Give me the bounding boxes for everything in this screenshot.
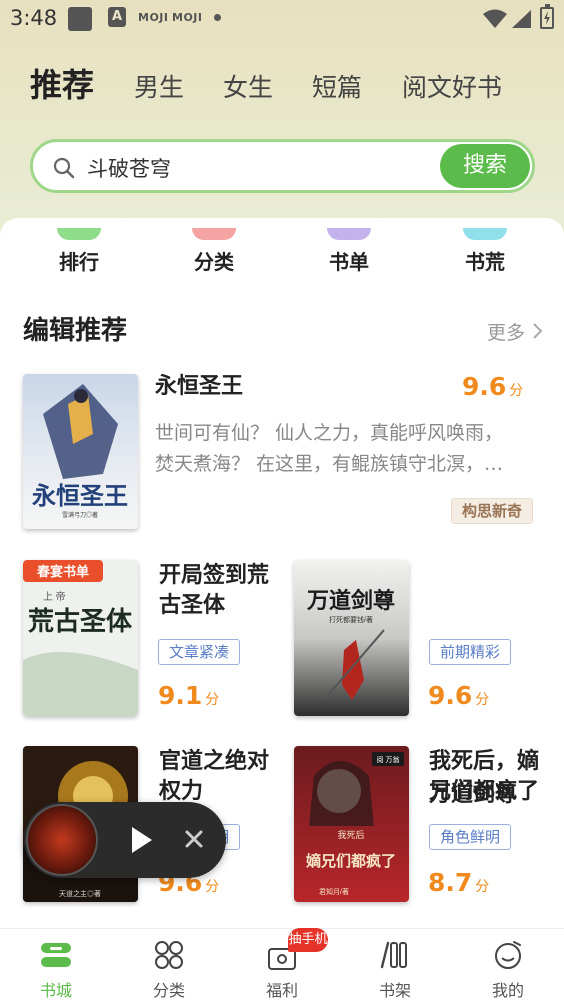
- cover-author: 上 帝: [43, 590, 66, 603]
- more-notifications-dot-icon: [214, 14, 221, 21]
- search-input[interactable]: 斗破苍穹: [87, 153, 171, 183]
- description-line: 世间可有仙？ 仙人之力，真能呼风唤雨，: [155, 422, 504, 444]
- featured-tag[interactable]: 构思新奇: [451, 498, 534, 524]
- quick-link-ranking[interactable]: 排行: [34, 218, 124, 288]
- score-value: 8.7: [428, 868, 473, 897]
- moji-weather-icon: MOJI: [172, 11, 203, 24]
- more-link[interactable]: 更多: [487, 318, 525, 345]
- channel-tabs: 推荐 男生 女生 短篇 阅文好书: [0, 58, 564, 108]
- player-cover-thumbnail[interactable]: [26, 804, 98, 876]
- book-tag[interactable]: 角色鲜明: [429, 824, 512, 850]
- bookstore-icon: [41, 943, 71, 967]
- description-line: 焚天煮海？ 在这里，有鲲族镇守北溟，…: [155, 453, 504, 475]
- nav-bookstore[interactable]: 书城: [0, 929, 112, 1004]
- bottom-navigation: 书城 分类 福利 书架 我的: [0, 928, 564, 1004]
- book-score: 9.6 分: [428, 681, 489, 710]
- score-unit: 分: [475, 879, 490, 895]
- book-cover-art: 春宴书单 上 帝 荒古圣体: [23, 560, 138, 716]
- cover-author: 君知月/著: [319, 887, 349, 896]
- book-cover-art: 万道剑尊 打死都要钱/著: [294, 560, 409, 716]
- featured-book-cover[interactable]: 永恒圣王 雪满弓刀◎著: [23, 374, 138, 529]
- chevron-right-icon[interactable]: [532, 322, 544, 340]
- nav-label: 福利: [265, 981, 298, 1000]
- tab-yuewen-books[interactable]: 阅文好书: [402, 68, 502, 104]
- cover-title: 永恒圣王: [32, 483, 128, 510]
- grid-four-circles-icon: [155, 941, 183, 969]
- score-unit: 分: [205, 692, 220, 708]
- cover-badge: 阅 万翁: [377, 755, 400, 764]
- tab-male[interactable]: 男生: [134, 68, 184, 104]
- quick-links: 排行 分类 书单 书荒: [0, 218, 564, 288]
- play-icon[interactable]: [130, 826, 154, 854]
- score-value: 9.6: [462, 372, 507, 401]
- nav-bookshelf[interactable]: 书架: [339, 929, 451, 1004]
- wifi-icon: [483, 9, 507, 28]
- nav-label: 分类: [152, 981, 185, 1000]
- status-time: 3:48: [10, 6, 58, 30]
- quick-link-booklist[interactable]: 书单: [304, 218, 394, 288]
- booklist-icon: [327, 228, 371, 240]
- audio-mini-player[interactable]: [24, 802, 226, 878]
- category-icon: [192, 228, 236, 240]
- status-bar: 3:48 A MOJI MOJI: [0, 0, 564, 38]
- score-value: 9.1: [158, 681, 203, 710]
- book-cover-art: 阅 万翁 我死后 嫡兄们都疯了 君知月/著: [294, 746, 409, 902]
- quick-link-label: 书单: [329, 250, 369, 274]
- bookshelf-icon: [380, 941, 407, 969]
- cover-ribbon: 春宴书单: [36, 564, 89, 579]
- score-unit: 分: [205, 879, 220, 895]
- nav-label: 我的: [491, 981, 524, 1000]
- book-title[interactable]: 开局签到荒古圣体: [159, 561, 279, 621]
- book-tag[interactable]: 文章紧凑: [158, 639, 241, 665]
- search-bar[interactable]: 斗破苍穹 搜索: [30, 139, 535, 193]
- book-score: 8.7 分: [428, 868, 489, 897]
- featured-score: 9.6 分: [462, 372, 523, 401]
- score-unit: 分: [509, 383, 524, 399]
- book-cover[interactable]: 阅 万翁 我死后 嫡兄们都疯了 君知月/著: [294, 746, 409, 902]
- cover-title: 万道剑尊: [306, 588, 395, 613]
- cover-ribbon: 我死后: [337, 830, 364, 840]
- cover-author: 雪满弓刀◎著: [62, 511, 98, 519]
- book-cover-art: 永恒圣王 雪满弓刀◎著: [23, 374, 138, 529]
- tab-female[interactable]: 女生: [223, 68, 273, 104]
- welfare-badge: 抽手机: [288, 928, 328, 952]
- signal-icon: [512, 10, 531, 28]
- book-tag[interactable]: 前期精彩: [429, 639, 512, 665]
- book-title[interactable]: 我死后，嫡兄们都疯了: [429, 747, 549, 807]
- book-cover[interactable]: 春宴书单 上 帝 荒古圣体: [23, 560, 138, 716]
- close-icon[interactable]: [184, 829, 204, 849]
- section-title: 编辑推荐: [23, 316, 128, 346]
- cover-author: 天道之主◎著: [59, 889, 101, 898]
- search-icon: [53, 157, 75, 179]
- search-button[interactable]: 搜索: [440, 144, 530, 188]
- cover-title: 嫡兄们都疯了: [306, 852, 396, 870]
- tab-short[interactable]: 短篇: [312, 68, 362, 104]
- nav-profile[interactable]: 我的: [452, 929, 564, 1004]
- ranking-icon: [57, 228, 101, 240]
- nav-label: 书架: [378, 981, 411, 1000]
- book-cover[interactable]: 万道剑尊 打死都要钱/著: [294, 560, 409, 716]
- tab-recommend[interactable]: 推荐: [30, 60, 94, 106]
- book-score: 9.1 分: [158, 681, 219, 710]
- featured-book-description: 世间可有仙？ 仙人之力，真能呼风唤雨， 焚天煮海？ 在这里，有鲲族镇守北溟，…: [155, 418, 503, 480]
- book-shortage-icon: [463, 228, 507, 240]
- book-title[interactable]: 官道之绝对权力: [159, 747, 279, 807]
- nav-label: 书城: [39, 981, 72, 1000]
- cover-title: 荒古圣体: [28, 607, 133, 636]
- quick-link-label: 书荒: [465, 250, 505, 274]
- smile-profile-icon: [495, 941, 521, 969]
- quick-link-label: 排行: [59, 250, 99, 274]
- score-unit: 分: [475, 692, 490, 708]
- cover-author: 打死都要钱/著: [329, 615, 373, 624]
- notification-a-icon: A: [108, 7, 126, 27]
- quick-link-category[interactable]: 分类: [169, 218, 259, 288]
- score-value: 9.6: [428, 681, 473, 710]
- quick-link-label: 分类: [194, 250, 234, 274]
- battery-icon: [540, 4, 554, 29]
- nav-category[interactable]: 分类: [113, 929, 225, 1004]
- quick-link-book-shortage[interactable]: 书荒: [440, 218, 530, 288]
- moji-weather-icon: MOJI: [138, 11, 169, 24]
- featured-book-title[interactable]: 永恒圣王: [155, 372, 243, 402]
- notification-square-icon: [68, 7, 92, 31]
